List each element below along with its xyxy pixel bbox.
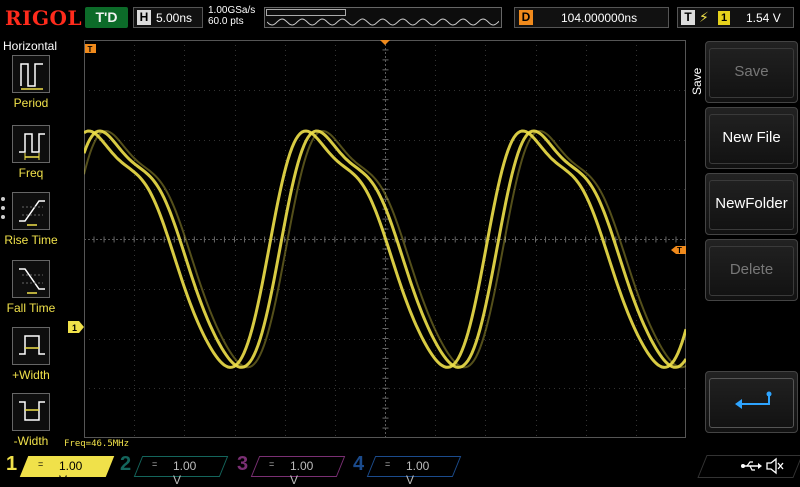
- measure-period-button[interactable]: Period: [0, 55, 62, 119]
- fall-time-label: Fall Time: [6, 301, 56, 315]
- trigger-position-marker[interactable]: [380, 40, 390, 45]
- brand-logo: RIGOL: [5, 6, 83, 30]
- horizontal-timebase[interactable]: H 5.00ns: [133, 7, 203, 28]
- horizontal-delay[interactable]: D 104.000000ns: [514, 7, 669, 28]
- measure-negative-width-button[interactable]: -Width: [0, 393, 62, 457]
- ch1-ground-label: 1: [72, 323, 77, 333]
- status-bar: RIGOL T'D H 5.00ns 1.00GSa/s 60.0 pts D …: [0, 0, 800, 36]
- fall-time-icon: [12, 260, 50, 298]
- negative-width-label: -Width: [13, 434, 49, 448]
- rise-time-icon: [12, 192, 50, 230]
- ch4-number: 4: [353, 453, 365, 475]
- timebase-value: 5.00ns: [156, 11, 193, 25]
- save-button[interactable]: Save: [705, 41, 798, 103]
- ch4-coupling-icon: =: [385, 459, 391, 469]
- memory-overview[interactable]: [264, 7, 502, 28]
- measure-fall-time-button[interactable]: Fall Time: [0, 260, 62, 324]
- usb-icon[interactable]: [740, 459, 762, 473]
- ch4-scale: 1.00 V: [406, 459, 430, 487]
- rise-time-label: Rise Time: [4, 233, 58, 247]
- freq-icon: [12, 125, 50, 163]
- system-tray: [697, 453, 800, 480]
- trigger-settings[interactable]: T ⚡ 1 1.54 V: [677, 7, 794, 28]
- horizontal-tag: H: [137, 10, 151, 25]
- rising-edge-icon: ⚡: [699, 9, 709, 25]
- new-folder-button-label: NewFolder: [715, 195, 788, 212]
- ch1-ground-marker[interactable]: 1: [68, 321, 84, 333]
- trigger-level-marker[interactable]: T: [671, 246, 686, 255]
- period-icon: [12, 55, 50, 93]
- ch3-number: 3: [237, 453, 249, 475]
- ch1-number: 1: [6, 453, 18, 475]
- memory-depth: 60.0 pts: [208, 16, 244, 27]
- acquisition-info: 1.00GSa/s 60.0 pts: [208, 5, 255, 27]
- delete-button-label: Delete: [729, 261, 774, 278]
- pre-trigger-label: T: [88, 45, 93, 54]
- trigger-level: 1.54 V: [746, 11, 781, 25]
- trigger-tag: T: [681, 10, 695, 25]
- measure-menu-title: Horizontal: [3, 39, 58, 53]
- ch2-coupling-icon: =: [152, 459, 158, 469]
- channel-bar: 1 = 1.00 V 2 = 1.00 V 3 = 1.00 V 4 = 1.0…: [0, 453, 800, 487]
- delay-tag: D: [519, 10, 533, 25]
- negative-width-icon: [12, 393, 50, 431]
- measure-rise-time-button[interactable]: Rise Time: [0, 192, 62, 256]
- ch2-number: 2: [120, 453, 132, 475]
- trigger-level-marker-label: T: [677, 246, 682, 255]
- pre-trigger-marker: T: [85, 44, 96, 54]
- return-arrow-icon: [735, 391, 772, 409]
- save-menu-title: Save: [690, 67, 704, 95]
- new-folder-button[interactable]: NewFolder: [705, 173, 798, 235]
- positive-width-label: +Width: [12, 368, 50, 382]
- period-label: Period: [13, 96, 49, 110]
- memory-waveform-icon: [267, 18, 499, 26]
- trigger-status-badge[interactable]: T'D: [85, 7, 128, 28]
- speaker-muted-icon[interactable]: [766, 457, 784, 475]
- trigger-source: 1: [718, 11, 730, 25]
- freq-readout: Freq=46.5MHz: [64, 439, 130, 449]
- delay-value: 104.000000ns: [561, 11, 638, 25]
- ch1-coupling-icon: =: [38, 459, 44, 469]
- measure-positive-width-button[interactable]: +Width: [0, 327, 62, 391]
- save-button-label: Save: [734, 63, 769, 80]
- delete-button[interactable]: Delete: [705, 239, 798, 301]
- new-file-button-label: New File: [722, 129, 781, 146]
- positive-width-icon: [12, 327, 50, 365]
- measure-freq-button[interactable]: Freq: [0, 125, 62, 189]
- ch2-scale: 1.00 V: [173, 459, 197, 487]
- ch3-coupling-icon: =: [269, 459, 275, 469]
- sample-rate: 1.00GSa/s: [208, 5, 256, 16]
- waveform-display[interactable]: T T: [84, 40, 686, 438]
- new-file-button[interactable]: New File: [705, 107, 798, 169]
- freq-label: Freq: [18, 166, 44, 180]
- ch1-scale: 1.00 V: [59, 459, 83, 487]
- memory-window: [266, 9, 346, 16]
- save-menu: Save Save New File NewFolder Delete: [686, 37, 800, 437]
- ch3-scale: 1.00 V: [290, 459, 314, 487]
- return-button[interactable]: [705, 371, 798, 433]
- measure-menu: Horizontal Period Freq Rise Time Fall Ti…: [0, 37, 62, 453]
